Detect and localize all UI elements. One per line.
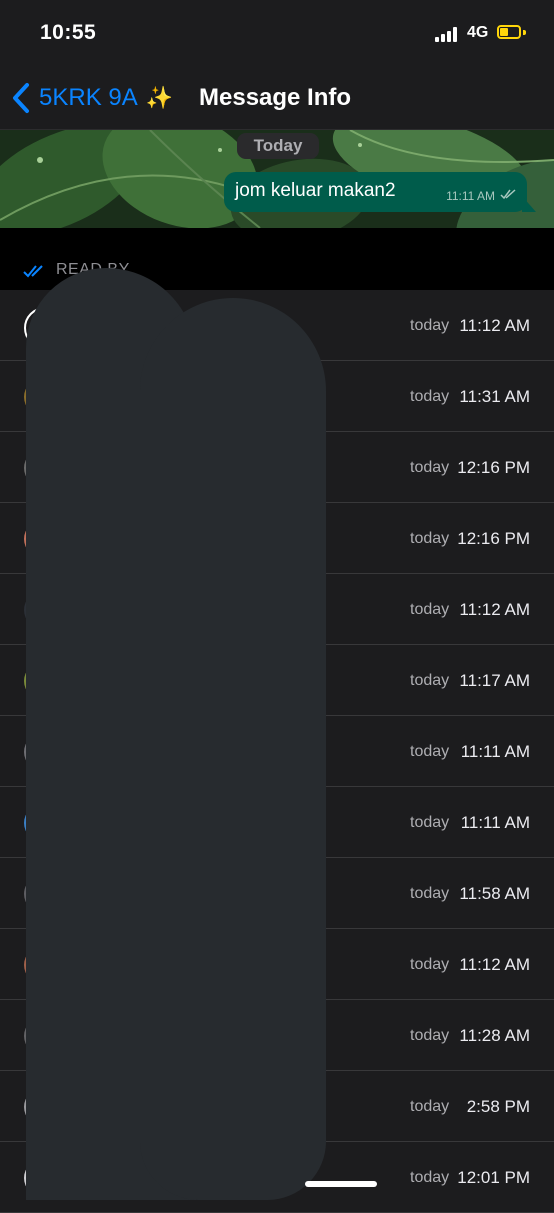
read-time: 12:16 PM <box>457 529 530 548</box>
read-day: today <box>410 1027 450 1044</box>
double-check-icon <box>500 189 516 200</box>
status-time: 10:55 <box>40 21 97 44</box>
read-day: today <box>410 814 450 831</box>
read-day: today <box>410 956 450 973</box>
network-label: 4G <box>467 24 489 41</box>
read-time: 11:31 AM <box>459 387 530 406</box>
sparkles-icon: ✨ <box>145 85 174 110</box>
page-title: Message Info <box>199 84 352 111</box>
read-day: today <box>410 530 450 547</box>
back-button[interactable]: 5KRK 9A ✨ <box>10 81 173 115</box>
read-time: 11:12 AM <box>459 955 530 974</box>
read-day: today <box>410 459 450 476</box>
read-time: 11:11 AM <box>460 813 530 832</box>
status-bar: 10:55 4G <box>0 0 554 66</box>
read-time: 11:17 AM <box>459 671 530 690</box>
read-day: today <box>410 885 450 902</box>
read-day: today <box>410 317 450 334</box>
read-day: today <box>410 743 450 760</box>
signal-icon <box>435 27 461 42</box>
battery-charging-icon <box>497 25 521 39</box>
double-check-blue-icon <box>23 265 43 278</box>
date-chip: Today <box>237 133 319 159</box>
home-indicator[interactable] <box>305 1181 377 1187</box>
read-time: 11:58 AM <box>459 884 530 903</box>
read-day: today <box>410 601 450 618</box>
read-day: today <box>410 388 450 405</box>
read-day: today <box>410 1098 450 1115</box>
bubble-tail <box>522 196 536 212</box>
nav-bar: 5KRK 9A ✨ Message Info <box>0 66 554 130</box>
read-day: today <box>410 672 450 689</box>
read-time: 11:12 AM <box>459 316 530 335</box>
chevron-left-icon <box>13 83 29 113</box>
read-time: 11:28 AM <box>459 1026 530 1045</box>
read-time: 11:11 AM <box>460 742 530 761</box>
message-text: jom keluar makan2 <box>235 180 396 201</box>
battery-cap <box>523 30 526 35</box>
read-time: 12:01 PM <box>457 1168 530 1187</box>
back-label: 5KRK 9A <box>39 84 138 111</box>
message-bubble[interactable]: jom keluar makan2 11:11 AM <box>224 172 527 212</box>
read-time: 11:12 AM <box>459 600 530 619</box>
read-time: 2:58 PM <box>466 1097 530 1116</box>
read-time: 12:16 PM <box>457 458 530 477</box>
redaction-mark <box>140 298 326 1200</box>
read-day: today <box>410 1169 450 1186</box>
